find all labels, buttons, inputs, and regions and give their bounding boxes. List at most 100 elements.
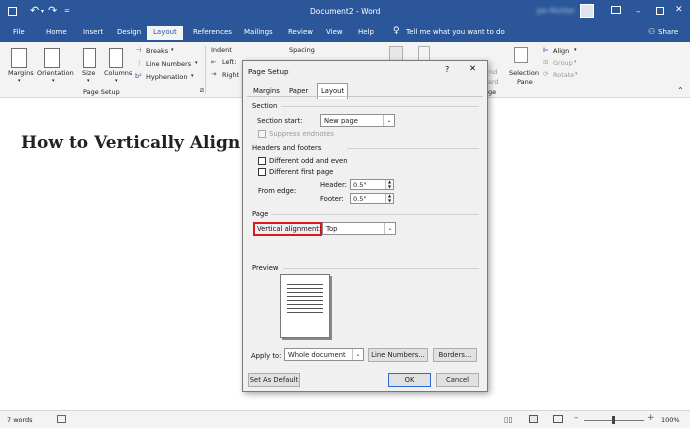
proofing-icon[interactable] (57, 415, 66, 423)
page-preview (280, 274, 330, 338)
tab-references[interactable]: References (193, 28, 232, 36)
selection-pane-icon[interactable] (514, 47, 528, 63)
web-layout-icon[interactable] (553, 415, 563, 423)
user-name[interactable]: Jan Richter (537, 7, 575, 15)
section-header: Section (252, 102, 278, 110)
chevron-down-icon[interactable]: ⌄ (384, 223, 395, 234)
margins-button[interactable]: Margins (8, 69, 34, 77)
share-button[interactable]: Share (658, 28, 678, 36)
send-backward-partial: ard (488, 78, 499, 86)
section-start-select[interactable]: New page ⌄ (320, 114, 395, 127)
chevron-down-icon: ▾ (574, 47, 577, 53)
dialog-tab-margins[interactable]: Margins (253, 87, 280, 95)
zoom-level[interactable]: 100% (661, 416, 680, 424)
dialog-launcher-icon[interactable]: ⧄ (200, 87, 204, 95)
avatar[interactable] (580, 4, 594, 18)
orientation-icon[interactable] (44, 48, 60, 68)
tell-me-search[interactable]: Tell me what you want to do (406, 28, 505, 36)
vertical-alignment-label: Vertical alignment: (257, 225, 322, 233)
spin-arrows-icon[interactable]: ▲ ▼ (385, 179, 393, 189)
apply-to-select[interactable]: Whole document ⌄ (284, 348, 364, 361)
document-title: Document2 - Word (310, 7, 381, 16)
tab-design[interactable]: Design (117, 28, 141, 36)
dialog-tab-paper[interactable]: Paper (289, 87, 308, 95)
tab-view[interactable]: View (326, 28, 343, 36)
chevron-down-icon: ▾ (115, 78, 118, 84)
line-numbers-button[interactable]: Line Numbers (146, 60, 191, 68)
cancel-button[interactable]: Cancel (436, 373, 479, 387)
tab-mailings[interactable]: Mailings (244, 28, 273, 36)
tab-insert[interactable]: Insert (83, 28, 103, 36)
maximize-icon[interactable] (656, 7, 664, 15)
collapse-ribbon-icon[interactable]: ⌃ (677, 86, 684, 95)
chevron-down-icon: ▾ (18, 78, 21, 84)
columns-icon[interactable] (109, 48, 123, 68)
minimize-icon[interactable]: – (636, 7, 641, 17)
page-setup-dialog: Page Setup ? ✕ Margins Paper Layout Sect… (242, 60, 488, 392)
tab-help[interactable]: Help (358, 28, 374, 36)
size-button[interactable]: Size (82, 69, 95, 77)
selection-pane-button-line2[interactable]: Pane (517, 78, 533, 86)
headers-footers-header: Headers and footers (252, 144, 322, 152)
columns-button[interactable]: Columns (104, 69, 132, 77)
align-button[interactable]: Align (553, 47, 569, 55)
ribbon-display-icon[interactable] (611, 6, 621, 14)
tab-layout[interactable]: Layout (147, 26, 183, 40)
indent-label: Indent (211, 46, 232, 54)
undo-icon[interactable]: ↶ (30, 4, 39, 17)
chevron-down-icon: ▾ (574, 59, 577, 65)
hyphenation-button[interactable]: Hyphenation (146, 73, 188, 81)
close-icon[interactable]: ✕ (675, 5, 683, 15)
header-distance-value: 0.5" (353, 181, 367, 189)
selection-pane-button[interactable]: Selection (509, 69, 539, 77)
print-layout-icon[interactable] (529, 415, 538, 423)
redo-icon[interactable]: ↷ (48, 4, 57, 17)
footer-distance-label: Footer: (320, 195, 344, 203)
tab-home[interactable]: Home (46, 28, 67, 36)
suppress-endnotes-checkbox[interactable] (258, 130, 266, 138)
read-mode-icon[interactable]: ▯▯ (504, 415, 513, 424)
tab-file[interactable]: File (13, 28, 25, 36)
lightbulb-icon: ♀ (393, 26, 400, 36)
title-bar: ↶ ▾ ↷ = Document2 - Word Jan Richter – ✕ (0, 0, 690, 24)
footer-distance-input[interactable]: 0.5" ▲ ▼ (350, 193, 394, 204)
orientation-button[interactable]: Orientation (37, 69, 74, 77)
margins-icon[interactable] (11, 48, 27, 68)
different-first-page-checkbox[interactable] (258, 168, 266, 176)
zoom-slider-thumb[interactable] (612, 416, 615, 424)
chevron-down-icon[interactable]: ⌄ (383, 115, 394, 126)
different-odd-even-checkbox[interactable] (258, 157, 266, 165)
apply-to-value: Whole document (288, 351, 346, 359)
spin-arrows-icon[interactable]: ▲ ▼ (385, 193, 393, 203)
breaks-button[interactable]: Breaks (146, 47, 168, 55)
preview-text-lines (287, 281, 323, 315)
header-distance-input[interactable]: 0.5" ▲ ▼ (350, 179, 394, 190)
set-as-default-button[interactable]: Set As Default (248, 373, 300, 387)
from-edge-label: From edge: (258, 187, 297, 195)
zoom-in-button[interactable]: + (647, 413, 655, 423)
chevron-down-icon: ▾ (87, 78, 90, 84)
save-icon[interactable] (8, 7, 17, 16)
dialog-close-icon[interactable]: ✕ (469, 64, 476, 74)
group-icon: ⊞ (543, 58, 549, 66)
borders-button[interactable]: Borders... (433, 348, 477, 362)
customize-qat-icon[interactable]: = (64, 7, 70, 15)
size-icon[interactable] (83, 48, 96, 68)
chevron-down-icon[interactable]: ⌄ (352, 349, 363, 360)
hyphenation-icon: b² (135, 72, 142, 80)
vertical-alignment-value: Top (326, 225, 338, 233)
tab-review[interactable]: Review (288, 28, 313, 36)
zoom-out-button[interactable]: – (574, 413, 579, 423)
rotate-icon: ⟳ (543, 70, 549, 78)
word-count[interactable]: 7 words (7, 416, 33, 424)
share-icon[interactable]: ⚇ (648, 27, 655, 36)
line-numbers-button[interactable]: Line Numbers... (368, 348, 428, 362)
group-button[interactable]: Group (553, 59, 573, 67)
vertical-alignment-select[interactable]: Top ⌄ (322, 222, 396, 235)
rotate-button[interactable]: Rotate (553, 71, 574, 79)
chevron-down-icon[interactable]: ▾ (41, 8, 44, 15)
indent-right-icon: ⇥ (211, 70, 217, 78)
ok-button[interactable]: OK (388, 373, 431, 387)
document-heading[interactable]: How to Vertically Align (21, 133, 240, 153)
help-icon[interactable]: ? (445, 65, 449, 74)
